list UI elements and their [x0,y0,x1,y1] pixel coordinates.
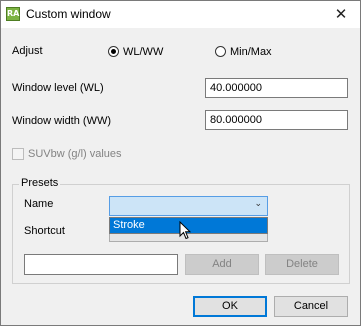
preset-name-label: Name [24,198,54,210]
window-level-label: Window level (WL) [12,82,104,94]
delete-button[interactable]: Delete [265,254,339,275]
close-button[interactable]: ✕ [322,1,360,28]
title-bar[interactable]: RA Custom window ✕ [1,1,360,28]
window-width-label: Window width (WW) [12,115,112,127]
shortcut-label: Shortcut [24,225,65,237]
new-preset-input[interactable] [24,254,178,275]
suvbw-checkbox[interactable] [12,148,24,160]
radio-wl-ww-label[interactable]: WL/WW [123,46,163,58]
mouse-pointer-icon [179,221,191,240]
window-width-input[interactable]: 80.000000 [205,110,348,130]
window-title: Custom window [26,7,111,21]
cancel-button[interactable]: Cancel [274,296,348,317]
presets-group-label: Presets [19,177,61,189]
preset-name-combobox[interactable]: ⌄ [109,196,268,216]
window-level-input[interactable]: 40.000000 [205,78,348,98]
chevron-down-icon[interactable]: ⌄ [254,199,262,209]
adjust-label: Adjust [12,45,43,57]
close-icon: ✕ [334,5,348,23]
add-button[interactable]: Add [185,254,259,275]
ok-button[interactable]: OK [193,296,267,317]
custom-window-dialog: RA Custom window ✕ Adjust WL/WW Min/Max … [0,0,361,326]
radio-min-max-label[interactable]: Min/Max [230,46,272,58]
suvbw-label: SUVbw (g/l) values [28,148,122,160]
radio-wl-ww[interactable] [108,46,119,57]
radio-min-max[interactable] [215,46,226,57]
app-logo-icon: RA [6,7,20,21]
